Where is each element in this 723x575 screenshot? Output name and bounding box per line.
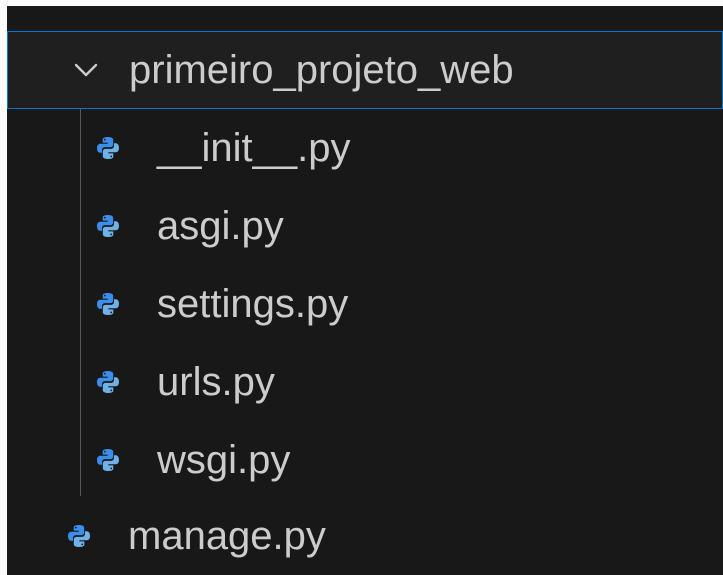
folder-row-primeiro-projeto-web[interactable]: primeiro_projeto_web xyxy=(7,31,723,109)
file-row-wsgi[interactable]: wsgi.py xyxy=(7,421,723,499)
file-label: urls.py xyxy=(157,360,275,404)
file-row-init[interactable]: __init__.py xyxy=(7,109,723,187)
python-file-icon xyxy=(68,525,90,547)
chevron-down-icon[interactable] xyxy=(72,56,100,84)
python-file-icon xyxy=(97,371,119,393)
file-label: manage.py xyxy=(128,514,326,558)
folder-label: primeiro_projeto_web xyxy=(129,48,514,92)
file-label: wsgi.py xyxy=(157,438,291,482)
file-row-manage[interactable]: manage.py xyxy=(7,497,723,575)
file-label: asgi.py xyxy=(157,204,284,248)
python-file-icon xyxy=(97,215,119,237)
python-file-icon xyxy=(97,293,119,315)
file-row-settings[interactable]: settings.py xyxy=(7,265,723,343)
file-row-urls[interactable]: urls.py xyxy=(7,343,723,421)
file-row-asgi[interactable]: asgi.py xyxy=(7,187,723,265)
python-file-icon xyxy=(97,449,119,471)
file-label: __init__.py xyxy=(157,126,351,170)
python-file-icon xyxy=(97,137,119,159)
file-explorer: primeiro_projeto_web __init__.py asgi.py… xyxy=(7,6,723,575)
file-label: settings.py xyxy=(157,282,349,326)
